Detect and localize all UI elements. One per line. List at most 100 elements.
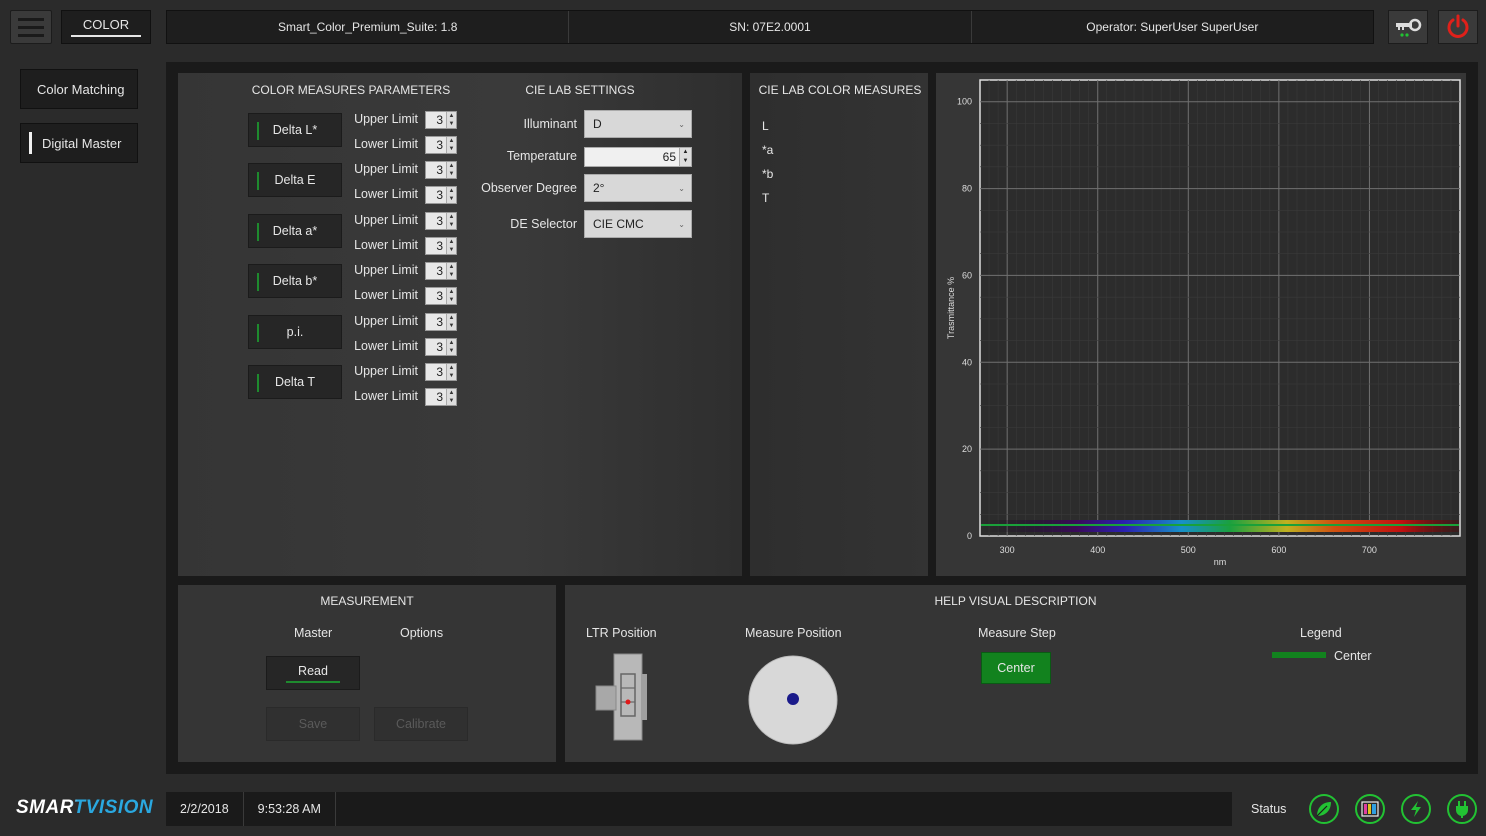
status-leaf-button[interactable] [1309, 794, 1339, 824]
de-selector-label: DE Selector [510, 217, 577, 231]
upper-limit-label: Upper Limit [354, 162, 418, 177]
ltr-position-icon [595, 653, 647, 741]
save-button[interactable]: Save [266, 707, 360, 741]
upper-limit-value: 3 [436, 213, 443, 228]
lower-limit-stepper[interactable]: 3 ▲ ▼ [425, 136, 457, 154]
lower-limit-label: Lower Limit [354, 187, 418, 202]
upper-limit-stepper[interactable]: 3 ▲ ▼ [425, 161, 457, 180]
measure-position-icon [748, 655, 838, 745]
y-tick-label: 0 [967, 531, 972, 541]
options-label: Options [400, 626, 444, 640]
upper-limit-label: Upper Limit [354, 263, 418, 278]
upper-limit-stepper[interactable]: 3 ▲ ▼ [425, 111, 457, 129]
param-button-0[interactable]: Delta L* [248, 113, 342, 147]
date-display: 2/2/2018 [166, 792, 244, 826]
read-button[interactable]: Read [266, 656, 360, 690]
sidebar-item-label: Digital Master [42, 135, 122, 151]
plug-icon [1456, 801, 1468, 818]
upper-limit-value: 3 [436, 163, 443, 178]
chevron-down-icon: ⌄ [678, 119, 685, 129]
calibrate-button[interactable]: Calibrate [374, 707, 468, 741]
power-button[interactable] [1438, 10, 1478, 44]
upper-limit-stepper[interactable]: 3 ▲ ▼ [425, 211, 457, 230]
param-button-label: Delta T [274, 375, 316, 389]
observer-label: Observer Degree [481, 181, 577, 195]
param-button-label: Delta L* [272, 123, 318, 137]
tab-color[interactable]: COLOR [61, 10, 151, 44]
calibrate-label: Calibrate [395, 717, 447, 731]
measure-a: *a [762, 143, 774, 157]
observer-select[interactable]: 2° ⌄ [584, 174, 692, 202]
illuminant-value: D [593, 117, 602, 131]
status-plug-button[interactable] [1447, 794, 1477, 824]
param-button-4[interactable]: p.i. [248, 314, 342, 349]
power-icon [1447, 14, 1469, 38]
param-button-label: p.i. [286, 324, 304, 339]
param-button-1[interactable]: Delta E [248, 163, 342, 198]
x-tick-label: 400 [1090, 545, 1105, 555]
key-button[interactable] [1388, 10, 1428, 44]
sidebar-item-digital-master[interactable]: Digital Master [20, 123, 138, 163]
info-bar: Smart_Color_Premium_Suite: 1.8 SN: 07E2.… [166, 10, 1374, 44]
x-tick-label: 700 [1362, 545, 1377, 555]
de-selector-select[interactable]: CIE CMC ⌄ [584, 210, 692, 238]
legend-swatch [1272, 652, 1326, 658]
sidebar-item-color-matching[interactable]: Color Matching [20, 69, 138, 109]
smartvision-logo: SMARTVISION [16, 797, 153, 819]
lower-limit-stepper[interactable]: 3 ▲ ▼ [425, 337, 457, 356]
status-label: Status [1251, 802, 1287, 816]
measure-b: *b [762, 167, 774, 181]
transmittance-chart: 300 400 500 600 700 0 20 40 60 80 100 nm Trasmitta… [946, 79, 1461, 567]
key-icon [1396, 18, 1422, 37]
lower-limit-stepper[interactable]: 3 ▲ ▼ [425, 287, 457, 306]
cie-measures-panel [750, 73, 928, 576]
measure-t: T [762, 191, 770, 205]
x-tick-label: 600 [1271, 545, 1286, 555]
temperature-stepper[interactable]: 65 ▲ ▼ [584, 147, 692, 167]
temperature-value: 65 [662, 150, 676, 164]
x-tick-label: 300 [1000, 545, 1015, 555]
serial-number: SN: 07E2.0001 [569, 11, 972, 43]
menu-button[interactable] [10, 10, 52, 44]
upper-limit-stepper[interactable]: 3 ▲ ▼ [425, 262, 457, 281]
measurement-title: MEASUREMENT [320, 594, 414, 608]
save-label: Save [298, 717, 328, 731]
legend-item-center: Center [1334, 649, 1372, 663]
observer-value: 2° [593, 181, 605, 195]
illuminant-label: Illuminant [523, 117, 578, 131]
upper-limit-stepper[interactable]: 3 ▲ ▼ [425, 363, 457, 381]
y-tick-label: 20 [962, 444, 972, 454]
status-power-button[interactable] [1401, 794, 1431, 824]
param-button-2[interactable]: Delta a* [248, 213, 342, 248]
menu-icon [18, 17, 44, 21]
measure-position-label: Measure Position [745, 626, 842, 640]
logo-text: SMARTVISION [16, 797, 154, 818]
upper-limit-label: Upper Limit [354, 364, 418, 378]
y-tick-label: 60 [962, 270, 972, 280]
upper-limit-value: 3 [436, 314, 443, 329]
operator-name: Operator: SuperUser SuperUser [1086, 20, 1259, 34]
status-color-button[interactable] [1355, 794, 1385, 824]
lower-limit-stepper[interactable]: 3 ▲ ▼ [425, 236, 457, 255]
upper-limit-value: 3 [436, 365, 443, 379]
lower-limit-stepper[interactable]: 3 ▲ ▼ [425, 186, 457, 205]
lower-limit-label: Lower Limit [354, 338, 418, 353]
read-label: Read [298, 663, 328, 678]
y-tick-label: 100 [957, 97, 972, 107]
center-step-label: Center [997, 661, 1035, 675]
param-button-5[interactable]: Delta T [248, 365, 342, 399]
lower-limit-stepper[interactable]: 3 ▲ ▼ [425, 388, 457, 406]
lower-limit-value: 3 [436, 138, 443, 152]
illuminant-select[interactable]: D ⌄ [584, 110, 692, 138]
measure-l: L [762, 119, 769, 133]
upper-limit-label: Upper Limit [354, 313, 418, 328]
upper-limit-value: 3 [436, 113, 443, 127]
time-display: 9:53:28 AM [244, 792, 336, 826]
y-axis-label: Trasmittance % [946, 277, 956, 339]
cie-settings-title: CIE LAB SETTINGS [525, 83, 635, 97]
upper-limit-stepper[interactable]: 3 ▲ ▼ [425, 312, 457, 331]
param-button-label: Delta b* [272, 274, 318, 289]
center-step-button[interactable]: Center [981, 652, 1051, 684]
param-button-3[interactable]: Delta b* [248, 264, 342, 299]
y-tick-label: 40 [962, 357, 972, 367]
